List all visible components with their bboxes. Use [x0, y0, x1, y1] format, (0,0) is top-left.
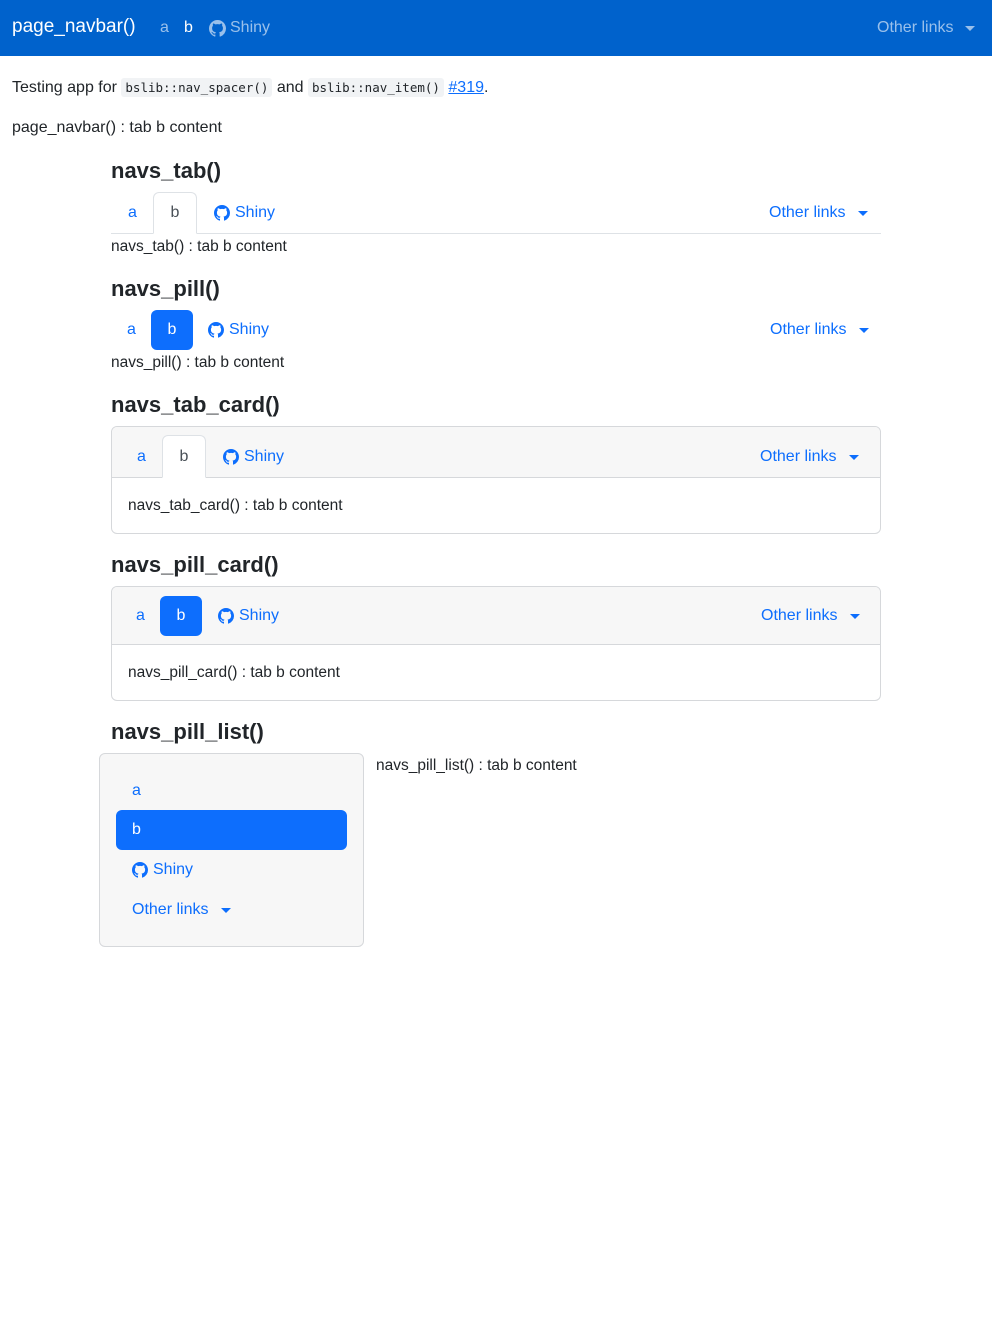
navs-pill-a[interactable]: a [127, 321, 136, 339]
github-icon [214, 205, 230, 221]
navbar-shiny-link[interactable]: Shiny [209, 19, 270, 37]
navs-pill-shiny-label: Shiny [229, 321, 270, 338]
navs-tab-card-other-links-dropdown[interactable]: Other links [760, 448, 860, 466]
navs-pill-list-b[interactable]: b [116, 810, 347, 850]
navbar-tab-b[interactable]: b [184, 19, 193, 37]
navs-pill-list-well: a b Shiny Other links [99, 753, 364, 947]
navs-tab-card-a[interactable]: a [137, 448, 146, 466]
navs-pill-other-links-dropdown[interactable]: Other links [770, 321, 870, 339]
intro-code-nav-item: bslib::nav_item() [308, 78, 444, 97]
navs-tab-shiny-label: Shiny [235, 204, 276, 221]
navs-tab-b[interactable]: b [153, 192, 197, 234]
caret-down-icon [850, 613, 861, 619]
navs-pill-list-other-links-label: Other links [132, 901, 209, 918]
heading-navs-tab-card: navs_tab_card() [111, 392, 280, 417]
navbar-brand[interactable]: page_navbar() [12, 16, 136, 38]
navbar-shiny-label: Shiny [230, 19, 271, 36]
navs-pill-list-a[interactable]: a [132, 782, 141, 800]
top-navbar: page_navbar() a b Shiny Other links [0, 0, 992, 56]
navs-pill-list-shiny-label: Shiny [153, 861, 194, 878]
caret-down-icon [859, 327, 870, 333]
github-icon [218, 608, 234, 624]
heading-navs-pill-card: navs_pill_card() [111, 552, 279, 577]
caret-down-icon [965, 25, 976, 31]
navs-pill-card-b[interactable]: b [160, 596, 202, 636]
navbar-tab-a[interactable]: a [160, 19, 169, 37]
navs-tab-card-header: a b Shiny Other links [112, 427, 880, 478]
navs-pill-list-other-links-dropdown[interactable]: Other links [132, 901, 232, 919]
navs-tab-card-shiny-link[interactable]: Shiny [223, 448, 284, 466]
github-icon [223, 449, 239, 465]
github-icon [209, 20, 226, 37]
navs-pill-b[interactable]: b [151, 310, 193, 350]
intro-code-nav-spacer: bslib::nav_spacer() [121, 78, 273, 97]
navs-pill-other-links-label: Other links [770, 321, 847, 338]
caret-down-icon [221, 907, 232, 913]
navs-tab-shiny-link[interactable]: Shiny [214, 204, 275, 222]
github-icon [208, 322, 224, 338]
navs-pill-shiny-link[interactable]: Shiny [208, 321, 269, 339]
navs-tab-other-links-dropdown[interactable]: Other links [769, 204, 869, 222]
navs-tab-card-shiny-label: Shiny [244, 448, 285, 465]
navs-tab-bar: a b Shiny Other links [111, 192, 881, 234]
github-icon [132, 862, 148, 878]
navs-pill-card-shiny-label: Shiny [239, 607, 280, 624]
heading-navs-tab: navs_tab() [111, 158, 222, 183]
navs-tab-card-b[interactable]: b [162, 435, 206, 478]
navbar-other-links-dropdown[interactable]: Other links [877, 19, 976, 37]
issue-link[interactable]: #319 [448, 79, 484, 96]
page-navbar-content: page_navbar() : tab b content [12, 119, 222, 136]
navs-pill-list-content: navs_pill_list() : tab b content [376, 757, 577, 774]
intro-prefix: Testing app for [12, 79, 122, 96]
navs-tab-card-other-links-label: Other links [760, 448, 837, 465]
navs-tab-content: navs_tab() : tab b content [111, 238, 287, 255]
caret-down-icon [858, 210, 869, 216]
intro-and: and [272, 79, 308, 96]
navs-tab-card: a b Shiny Other links navs_tab_card() : … [111, 426, 881, 534]
intro-paragraph: Testing app for bslib::nav_spacer() and … [12, 78, 489, 97]
navs-pill-card-a[interactable]: a [136, 607, 145, 625]
navs-pill-content: navs_pill() : tab b content [111, 354, 285, 371]
navs-tab-other-links-label: Other links [769, 204, 846, 221]
heading-navs-pill-list: navs_pill_list() [111, 719, 264, 744]
navs-pill-card-shiny-link[interactable]: Shiny [218, 607, 279, 625]
caret-down-icon [849, 454, 860, 460]
heading-navs-pill: navs_pill() [111, 276, 220, 301]
navs-pill-card-header: a b Shiny Other links [112, 587, 880, 645]
navs-pill-card-other-links-dropdown[interactable]: Other links [761, 607, 861, 625]
navbar-other-links-label: Other links [877, 19, 954, 36]
navs-pill-card: a b Shiny Other links navs_pill_card() :… [111, 586, 881, 701]
intro-suffix: . [483, 79, 489, 96]
navs-tab-card-content: navs_tab_card() : tab b content [128, 497, 343, 514]
navs-pill-list-shiny-link[interactable]: Shiny [132, 861, 193, 879]
navs-tab-a[interactable]: a [128, 204, 137, 222]
navs-pill-card-content: navs_pill_card() : tab b content [128, 664, 340, 681]
navs-pill-card-other-links-label: Other links [761, 607, 838, 624]
